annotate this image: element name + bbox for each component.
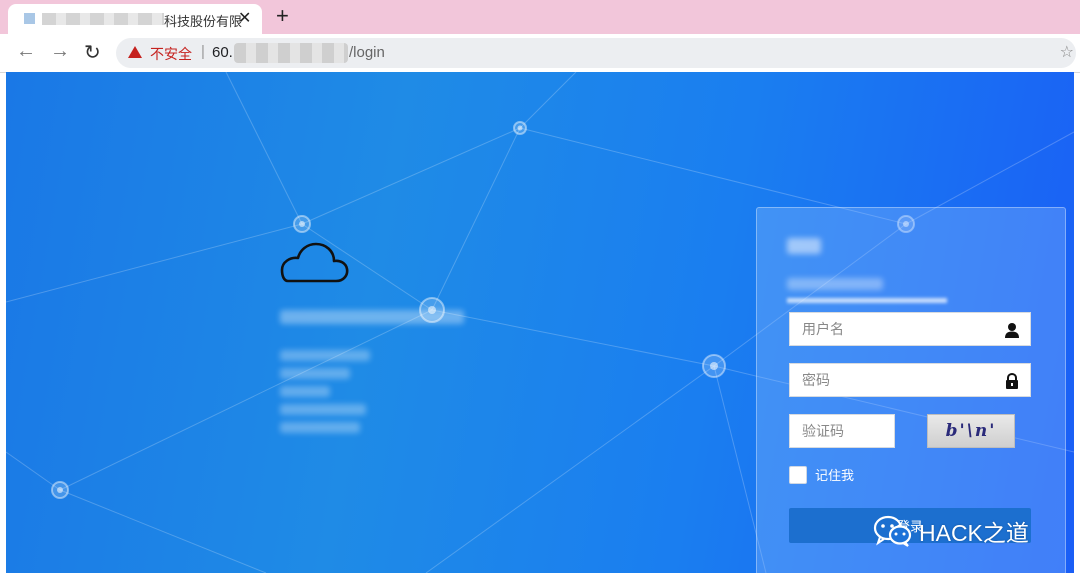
captcha-field[interactable] (789, 414, 898, 448)
watermark: HACK之道 (873, 514, 1029, 548)
new-tab-button[interactable]: + (276, 3, 289, 29)
remember-me[interactable]: 记住我 (789, 465, 854, 484)
address-bar[interactable]: 不安全 | 60. /login ☆ (116, 38, 1076, 68)
url-prefix[interactable]: 60. (212, 44, 233, 61)
card-subtitle-blurred (787, 278, 883, 290)
address-separator: | (201, 43, 205, 60)
reload-button[interactable]: ↻ (84, 40, 101, 65)
user-icon (1005, 323, 1019, 338)
url-path[interactable]: /login (349, 44, 385, 61)
list-item (280, 350, 370, 361)
lock-icon (1006, 373, 1018, 389)
password-field[interactable] (789, 363, 1031, 397)
url-redacted (234, 43, 348, 63)
cloud-icon (280, 242, 349, 283)
username-field[interactable] (789, 312, 1031, 346)
bookmark-star-icon[interactable]: ☆ (1060, 42, 1074, 62)
forward-button[interactable]: → (50, 40, 70, 63)
warning-icon[interactable] (128, 46, 142, 58)
list-item (280, 404, 366, 415)
remember-checkbox[interactable] (789, 465, 807, 484)
feature-list-blurred (280, 350, 370, 440)
list-item (280, 422, 360, 433)
browser-tab[interactable]: 科技股份有限 ✕ (8, 4, 262, 34)
browser-toolbar: ← → ↻ 不安全 | 60. /login ☆ (0, 34, 1080, 73)
watermark-text: HACK之道 (919, 520, 1029, 546)
security-status[interactable]: 不安全 (150, 44, 192, 64)
card-title-blurred (787, 238, 821, 254)
tab-title-redacted (42, 13, 164, 25)
list-item (280, 368, 350, 379)
captcha-input[interactable] (790, 415, 898, 447)
back-button[interactable]: ← (16, 40, 36, 63)
remember-label: 记住我 (815, 468, 855, 483)
welcome-heading-blurred (280, 310, 464, 324)
tab-strip: 科技股份有限 ✕ + (0, 0, 1080, 34)
login-page: b'\n' 记住我 登录 (6, 72, 1074, 573)
username-input[interactable] (790, 313, 1014, 345)
tab-close-icon[interactable]: ✕ (238, 8, 251, 28)
wechat-icon (873, 515, 912, 547)
password-input[interactable] (790, 364, 1014, 396)
captcha-image[interactable]: b'\n' (927, 414, 1015, 448)
list-item (280, 386, 330, 397)
tab-title: 科技股份有限 (164, 14, 243, 29)
favicon-icon (24, 13, 35, 24)
card-divider (787, 298, 947, 303)
